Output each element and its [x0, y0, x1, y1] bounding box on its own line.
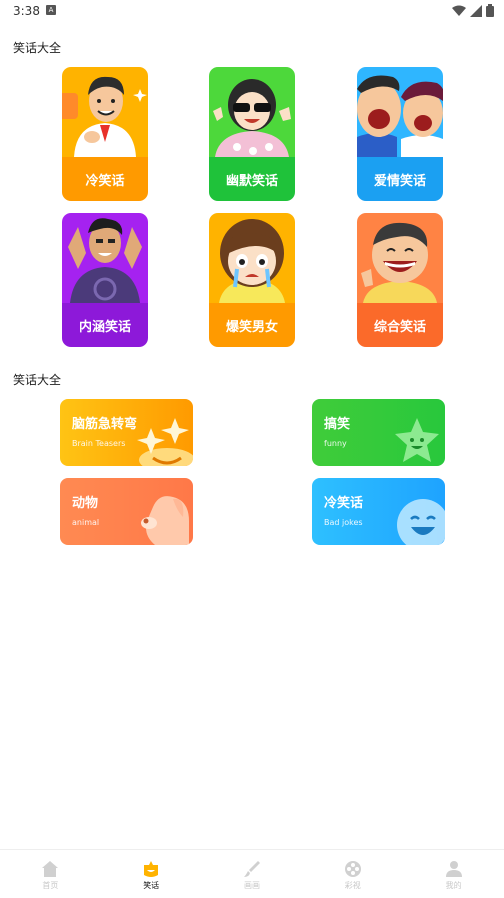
category-card-general-jokes[interactable]: 综合笑话: [357, 213, 443, 347]
laughing-face-icon: [397, 499, 445, 545]
category-card-humor-jokes[interactable]: 幽默笑话: [209, 67, 295, 201]
film-reel-icon: [344, 861, 361, 877]
signal-icon: [470, 4, 482, 17]
topic-card-funny[interactable]: 搞笑 funny: [312, 399, 445, 466]
battery-icon: [486, 4, 494, 17]
person-icon: [445, 861, 462, 877]
cartoon-man-hands-up-icon: [62, 213, 148, 303]
topic-title: 动物: [72, 496, 99, 511]
brush-icon: [243, 861, 260, 877]
cartoon-laughing-boy-icon: [357, 213, 443, 303]
topic-card-bad-jokes[interactable]: 冷笑话 Bad jokes: [312, 478, 445, 545]
topic-subtitle: Brain Teasers: [72, 439, 126, 448]
nav-label: 我的: [445, 881, 462, 890]
topic-subtitle: animal: [72, 518, 100, 527]
topic-card-brain-teasers[interactable]: 脑筋急转弯 Brain Teasers: [60, 399, 193, 466]
cartoon-man-thumbs-up-icon: [62, 67, 148, 157]
sparkle-face-icon: [137, 418, 193, 466]
category-label: 爆笑男女: [209, 303, 295, 347]
nav-label: 笑话: [143, 881, 160, 890]
status-bar: 3:38 A: [0, 0, 504, 24]
cartoon-laughing-people-icon: [357, 67, 443, 157]
topic-subtitle: Bad jokes: [324, 518, 363, 527]
bottom-navigation: 首页 笑话 画画 彩视 我的: [0, 849, 504, 898]
topic-card-animal[interactable]: 动物 animal: [60, 478, 193, 545]
nav-video[interactable]: 彩视: [323, 850, 383, 898]
topic-title: 搞笑: [324, 417, 351, 432]
section-title-categories: 笑话大全: [13, 41, 62, 55]
category-card-love-jokes[interactable]: 爱情笑话: [357, 67, 443, 201]
category-card-connotation-jokes[interactable]: 内涵笑话: [62, 213, 148, 347]
nav-label: 首页: [42, 881, 59, 890]
category-label: 爱情笑话: [357, 157, 443, 201]
category-card-hilarious-gender[interactable]: 爆笑男女: [209, 213, 295, 347]
wifi-icon: [452, 5, 466, 16]
joke-icon: [144, 861, 159, 877]
cartoon-crying-girl-icon: [209, 213, 295, 303]
section-title-topics: 笑话大全: [13, 373, 62, 387]
topic-title: 冷笑话: [324, 496, 364, 511]
nav-profile[interactable]: 我的: [424, 850, 484, 898]
nav-label: 画画: [243, 881, 260, 890]
cartoon-girl-sunglasses-icon: [209, 67, 295, 157]
status-time: 3:38: [13, 4, 40, 18]
notification-a-icon: A: [46, 5, 56, 15]
home-icon: [42, 861, 59, 877]
category-label: 冷笑话: [62, 157, 148, 201]
category-label: 内涵笑话: [62, 303, 148, 347]
category-label: 幽默笑话: [209, 157, 295, 201]
nav-drawing[interactable]: 画画: [222, 850, 282, 898]
dog-head-icon: [141, 496, 189, 545]
topic-title: 脑筋急转弯: [72, 417, 138, 432]
nav-home[interactable]: 首页: [20, 850, 80, 898]
nav-jokes[interactable]: 笑话: [121, 850, 181, 898]
star-smile-icon: [395, 418, 439, 462]
category-label: 综合笑话: [357, 303, 443, 347]
category-card-cold-jokes[interactable]: 冷笑话: [62, 67, 148, 201]
nav-label: 彩视: [344, 881, 361, 890]
topic-subtitle: funny: [324, 439, 347, 448]
status-icons: [452, 4, 494, 17]
